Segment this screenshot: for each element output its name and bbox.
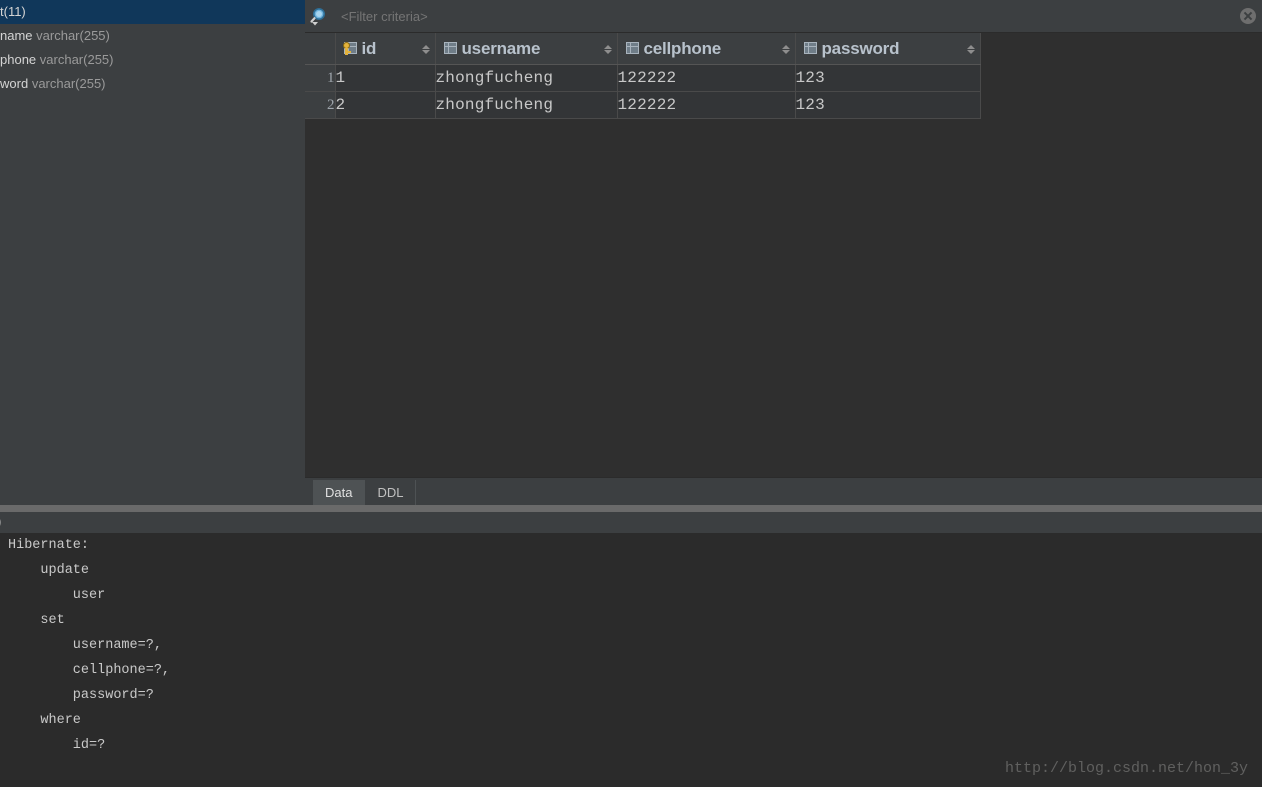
horizontal-splitter[interactable] <box>0 505 1262 512</box>
column-header-label: username <box>461 38 541 58</box>
console-toolbar-strip: ) <box>0 512 1262 533</box>
cell-password[interactable]: 123 <box>795 91 981 119</box>
table-header: id username cellphone password <box>305 33 981 65</box>
tree-item-3[interactable]: word varchar(255) <box>0 72 305 96</box>
console-line: Hibernate: <box>8 538 98 553</box>
sort-indicator-icon[interactable] <box>966 43 975 55</box>
console-line: username=?, <box>8 638 162 653</box>
cell-id[interactable]: 1 <box>335 64 436 92</box>
console-output[interactable]: Hibernate: update user set username=?, c… <box>0 533 1262 787</box>
sort-indicator-icon[interactable] <box>421 43 430 55</box>
table-editor-panel: id username <box>305 0 1262 512</box>
tree-item-type: varchar(255) <box>36 28 110 43</box>
column-header-cellphone[interactable]: cellphone <box>617 33 796 65</box>
cell-id[interactable]: 2 <box>335 91 436 119</box>
console-line: cellphone=?, <box>8 663 171 678</box>
console-line: password=? <box>8 688 154 703</box>
row-number: 2 <box>305 91 336 119</box>
tree-item-name: name <box>0 28 33 43</box>
tree-item-type: varchar(255) <box>39 52 114 67</box>
data-table: id username cellphone password 1 1 zhong… <box>305 33 981 119</box>
cell-cellphone[interactable]: 122222 <box>617 64 796 92</box>
cell-cellphone[interactable]: 122222 <box>617 91 796 119</box>
column-header-label: id <box>361 38 377 58</box>
search-icon[interactable] <box>309 5 335 27</box>
header-row: id username cellphone password <box>305 33 981 65</box>
table-row[interactable]: 2 2 zhongfucheng 122222 123 <box>305 91 981 119</box>
column-header-label: cellphone <box>643 38 722 58</box>
cell-password[interactable]: 123 <box>795 64 981 92</box>
tree-item-1[interactable]: name varchar(255) <box>0 24 305 48</box>
cell-username[interactable]: zhongfucheng <box>435 91 618 119</box>
cell-username[interactable]: zhongfucheng <box>435 64 618 92</box>
console-line: update <box>8 563 90 578</box>
tree-item-type: varchar(255) <box>31 76 106 91</box>
row-number-header <box>305 33 336 65</box>
console-line: set <box>8 613 65 628</box>
watermark: http://blog.csdn.net/hon_3y <box>1004 760 1248 777</box>
tree-item-0[interactable]: t(11) <box>0 0 305 24</box>
column-header-username[interactable]: username <box>435 33 618 65</box>
console-line: user <box>8 588 114 603</box>
column-header-label: password <box>821 38 900 58</box>
tree-item-2[interactable]: phone varchar(255) <box>0 48 305 72</box>
column-icon <box>803 41 818 56</box>
primary-key-column-icon <box>342 41 358 56</box>
close-icon[interactable] <box>1240 8 1256 24</box>
result-grid[interactable]: id username cellphone password 1 1 zhong… <box>305 33 1262 477</box>
tree-item-name: phone <box>0 52 37 67</box>
sort-indicator-icon[interactable] <box>781 43 790 55</box>
filter-bar <box>305 0 1262 33</box>
table-row[interactable]: 1 1 zhongfucheng 122222 123 <box>305 64 981 92</box>
column-icon <box>443 41 458 56</box>
editor-tab-bar: Data DDL <box>305 477 1262 505</box>
tree-item-name: t(11) <box>0 4 26 19</box>
database-tree-sidebar[interactable]: t(11) name varchar(255) phone varchar(25… <box>0 0 305 512</box>
console-line: where <box>8 713 81 728</box>
table-body: 1 1 zhongfucheng 122222 123 2 2 zhongfuc… <box>305 64 981 119</box>
sort-indicator-icon[interactable] <box>603 43 612 55</box>
console-line: id=? <box>8 738 106 753</box>
clipped-text: ) <box>0 515 3 530</box>
tab-data[interactable]: Data <box>313 480 366 505</box>
tab-ddl[interactable]: DDL <box>365 480 417 505</box>
filter-input[interactable] <box>335 0 1240 32</box>
column-icon <box>625 41 640 56</box>
column-header-password[interactable]: password <box>795 33 981 65</box>
tree-item-name: word <box>0 76 29 91</box>
row-number: 1 <box>305 64 336 92</box>
column-header-id[interactable]: id <box>335 33 436 65</box>
app-window: t(11) name varchar(255) phone varchar(25… <box>0 0 1262 787</box>
